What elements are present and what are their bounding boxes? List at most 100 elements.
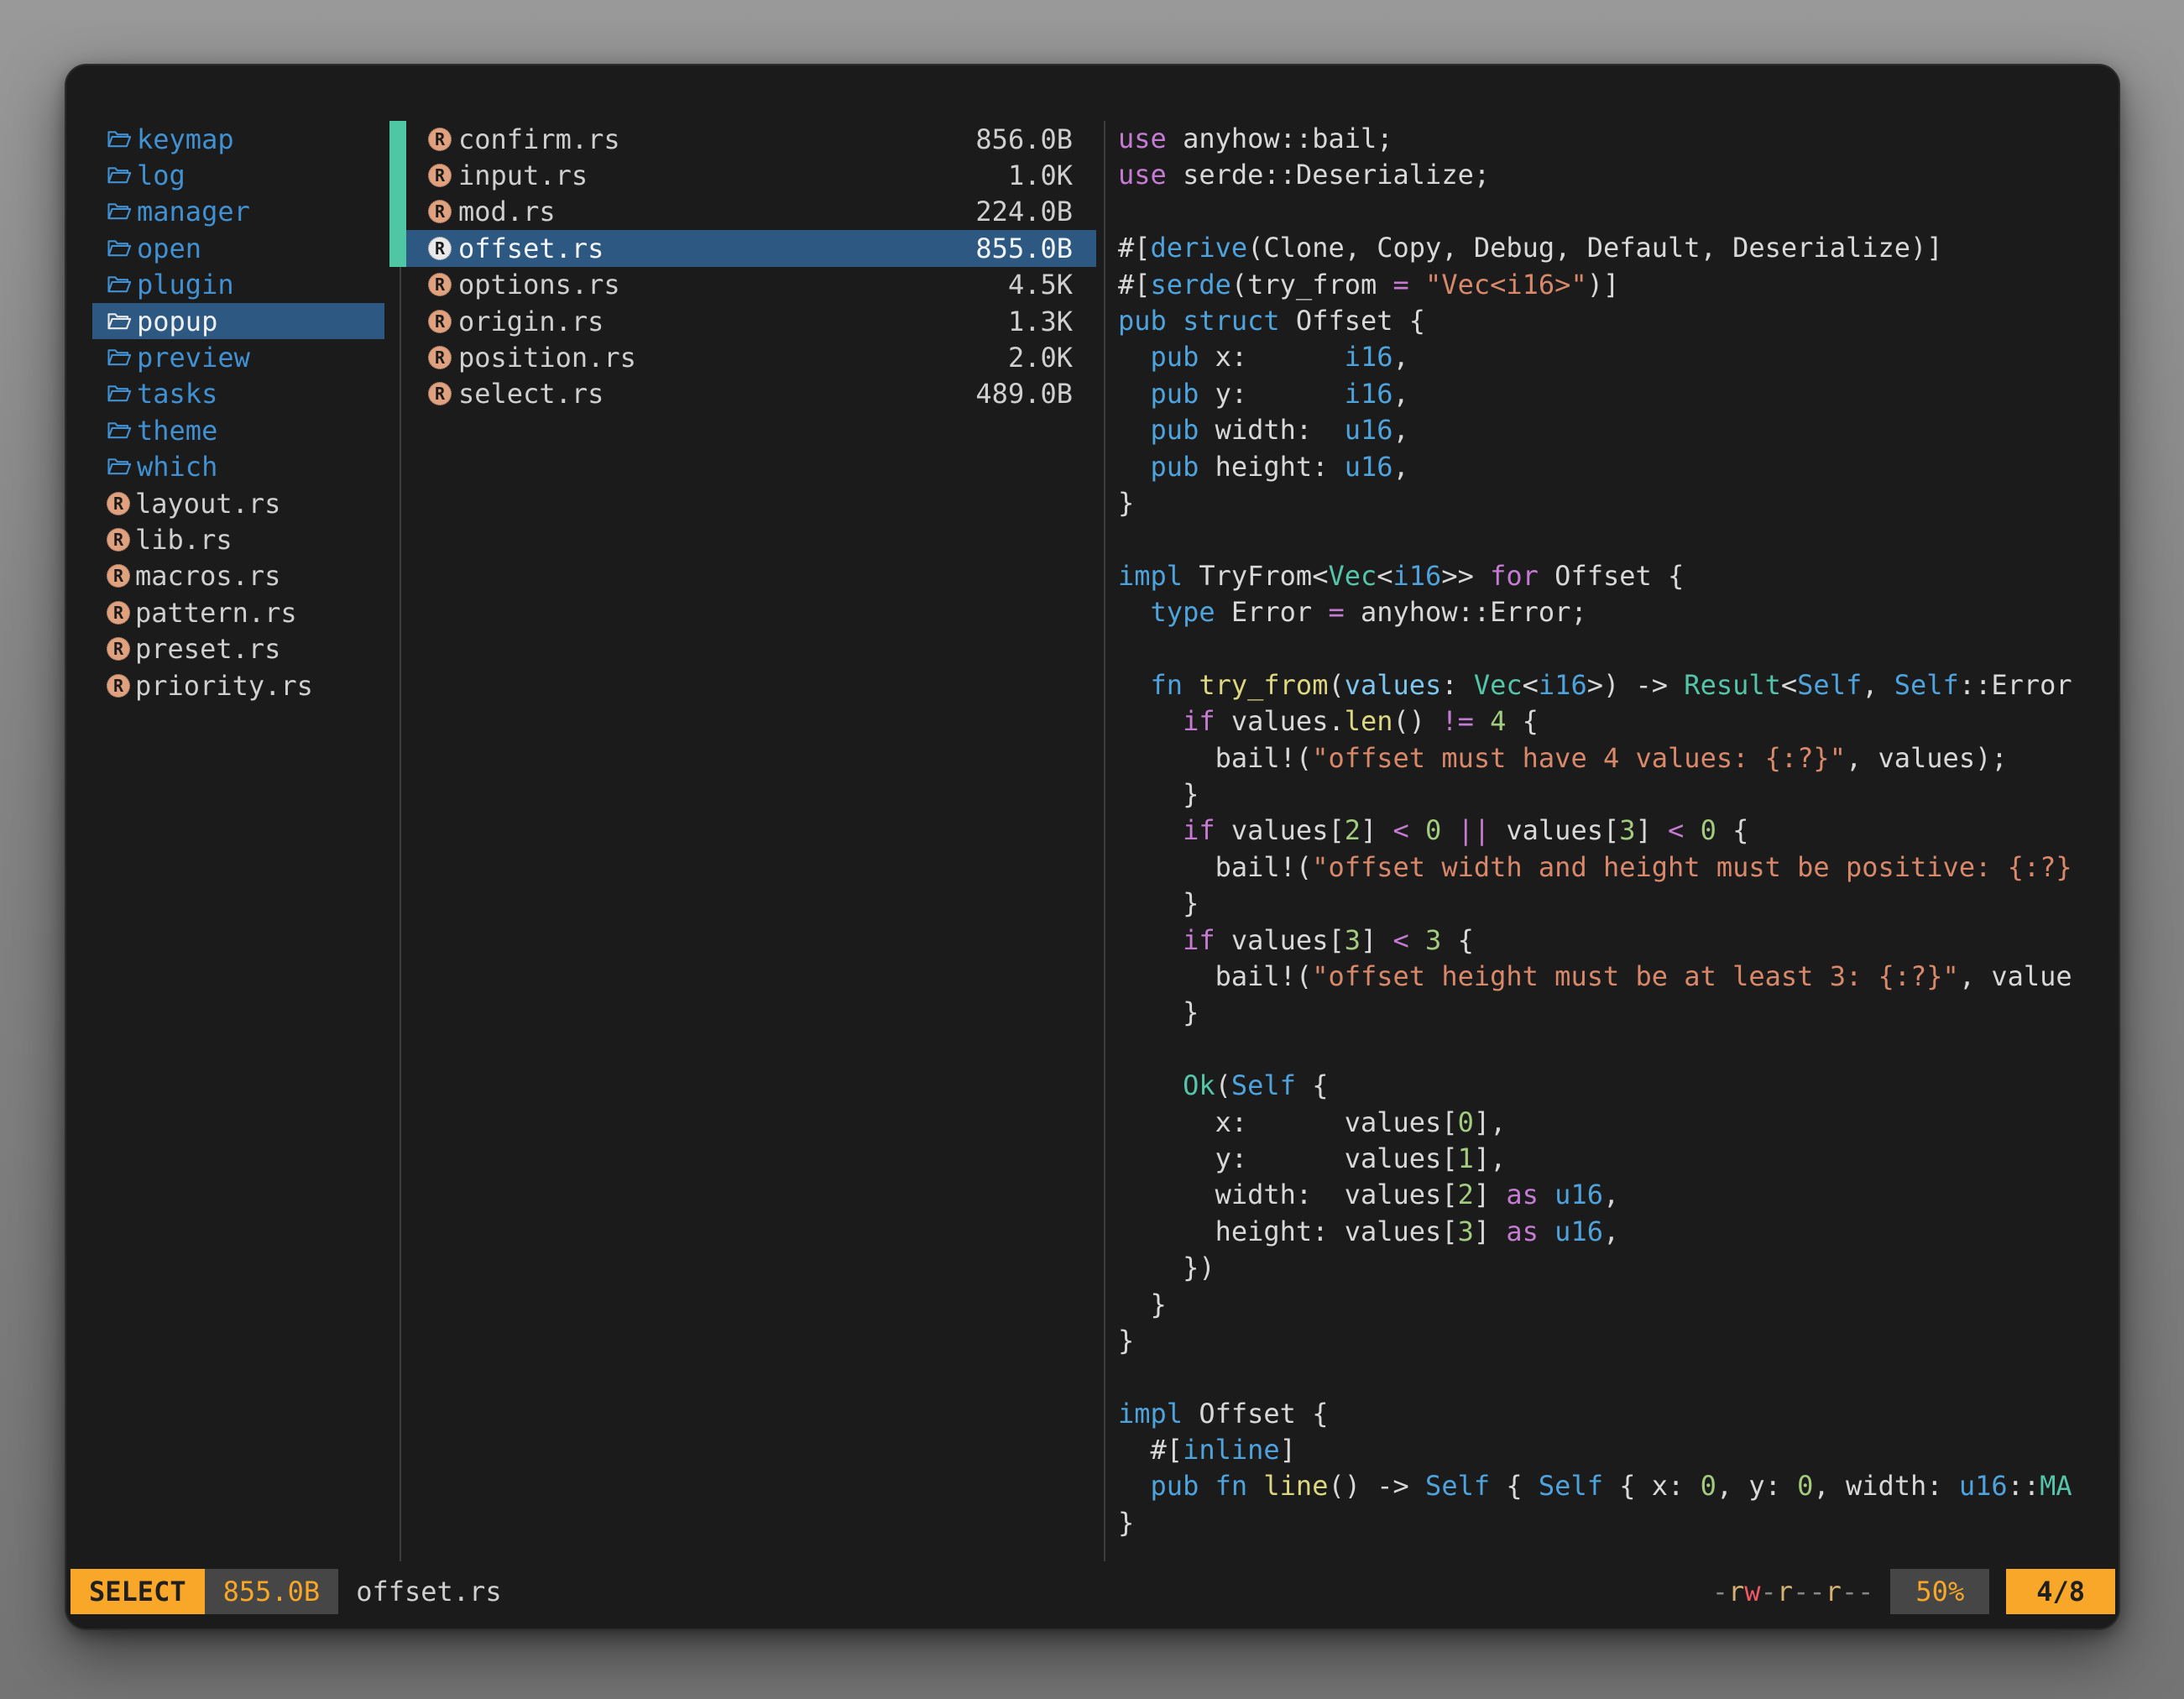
sidebar-item-label: layout.rs: [135, 488, 280, 520]
file-name: options.rs: [458, 269, 620, 301]
hovered-filename: offset.rs: [356, 1576, 501, 1608]
sidebar-item-lib-rs[interactable]: Rlib.rs: [92, 521, 384, 557]
file-row-offset-rs[interactable]: Roffset.rs855.0B: [406, 230, 1096, 266]
file-size: 224.0B: [975, 196, 1073, 227]
code-line: }: [1118, 1287, 2110, 1323]
mode-badge: SELECT: [71, 1569, 205, 1614]
current-directory-pane: Rconfirm.rs 856.0B Rinput.rs 1.0KRmod.rs224…: [406, 121, 1096, 412]
sidebar-item-priority-rs[interactable]: Rpriority.rs: [92, 667, 384, 703]
code-line: type Error = anyhow::Error;: [1118, 594, 2110, 630]
file-size: 4.5K: [1008, 269, 1073, 301]
code-line: fn try_from(values: Vec<i16>) -> Result<…: [1118, 667, 2110, 703]
file-size: 856.0B: [975, 123, 1073, 155]
sidebar-item-label: plugin: [137, 269, 234, 301]
rust-file-icon: R: [107, 674, 130, 698]
file-row-select-rs[interactable]: Rselect.rs 489.0B: [406, 376, 1096, 412]
code-line: pub y: i16,: [1118, 376, 2110, 412]
cursor-position-badge: 4/8: [2006, 1569, 2115, 1614]
code-line: impl TryFrom<Vec<i16>> for Offset {: [1118, 558, 2110, 594]
code-line: if values.len() != 4 {: [1118, 703, 2110, 740]
sidebar-item-plugin[interactable]: plugin: [92, 267, 384, 303]
sidebar-item-label: popup: [137, 306, 217, 337]
sidebar-item-layout-rs[interactable]: Rlayout.rs: [92, 485, 384, 521]
open-folder-icon: [107, 163, 132, 188]
sidebar-item-tasks[interactable]: tasks: [92, 376, 384, 412]
rust-file-icon: R: [428, 128, 452, 151]
file-name: offset.rs: [458, 233, 603, 264]
sidebar-item-macros-rs[interactable]: Rmacros.rs: [92, 558, 384, 594]
sidebar-item-keymap[interactable]: keymap: [92, 121, 384, 157]
rust-file-icon: R: [107, 492, 130, 515]
status-bar-left: SELECT 855.0B offset.rs: [71, 1569, 502, 1614]
code-line: y: values[1],: [1118, 1141, 2110, 1177]
sidebar-item-which[interactable]: which: [92, 449, 384, 485]
sidebar-item-label: priority.rs: [135, 670, 313, 702]
sidebar-item-pattern-rs[interactable]: Rpattern.rs: [92, 594, 384, 630]
terminal-window: keymaplog manager open plugin popuppreviewta…: [65, 64, 2120, 1630]
sidebar-item-manager[interactable]: manager: [92, 194, 384, 230]
sidebar-item-theme[interactable]: theme: [92, 412, 384, 448]
file-size: 1.0K: [1008, 159, 1073, 191]
sidebar-item-label: macros.rs: [135, 560, 280, 592]
file-row-mod-rs[interactable]: Rmod.rs224.0B: [406, 194, 1096, 230]
code-line: bail!("offset width and height must be p…: [1118, 850, 2110, 886]
code-line: impl Offset {: [1118, 1396, 2110, 1432]
status-bar: SELECT 855.0B offset.rs -rw-r--r-- 50% 4…: [66, 1569, 2119, 1614]
code-line: #[derive(Clone, Copy, Debug, Default, De…: [1118, 230, 2110, 266]
open-folder-icon: [107, 236, 132, 261]
sidebar-item-preset-rs[interactable]: Rpreset.rs: [92, 630, 384, 667]
selection-marker: [389, 121, 406, 157]
sidebar-item-open[interactable]: open: [92, 230, 384, 266]
code-line: [1118, 521, 2110, 557]
code-line: }: [1118, 995, 2110, 1031]
rust-file-icon: R: [107, 601, 130, 625]
file-name: confirm.rs: [458, 123, 620, 155]
code-line: pub height: u16,: [1118, 449, 2110, 485]
sidebar-item-label: lib.rs: [135, 524, 233, 556]
rust-file-icon: R: [428, 200, 452, 223]
open-folder-icon: [107, 199, 132, 224]
sidebar-item-label: manager: [137, 196, 250, 227]
scroll-percent-badge: 50%: [1890, 1569, 1989, 1614]
file-row-options-rs[interactable]: Roptions.rs4.5K: [406, 267, 1096, 303]
status-bar-right: -rw-r--r-- 50% 4/8: [1712, 1569, 2115, 1614]
code-line: [1118, 1359, 2110, 1395]
sidebar-item-label: open: [137, 233, 201, 264]
rust-file-icon: R: [428, 310, 452, 333]
file-row-confirm-rs[interactable]: Rconfirm.rs 856.0B: [406, 121, 1096, 157]
code-line: bail!("offset height must be at least 3:…: [1118, 959, 2110, 995]
code-line: }): [1118, 1250, 2110, 1286]
sidebar-item-log[interactable]: log: [92, 157, 384, 193]
file-row-input-rs[interactable]: Rinput.rs 1.0K: [406, 157, 1096, 193]
selection-marker: [389, 194, 406, 230]
rust-file-icon: R: [107, 564, 130, 588]
sidebar-item-label: tasks: [137, 378, 217, 410]
rust-file-icon: R: [107, 637, 130, 661]
pane-divider-left: [400, 121, 401, 1561]
parent-directory-pane: keymaplog manager open plugin popuppreviewta…: [92, 121, 384, 703]
sidebar-item-label: which: [137, 451, 217, 483]
file-row-position-rs[interactable]: Rposition.rs2.0K: [406, 339, 1096, 375]
file-name: position.rs: [458, 342, 636, 374]
rust-file-icon: R: [428, 164, 452, 187]
selection-marker: [389, 157, 406, 193]
file-row-origin-rs[interactable]: Rorigin.rs1.3K: [406, 303, 1096, 339]
file-name: input.rs: [458, 159, 588, 191]
rust-file-icon: R: [428, 382, 452, 405]
code-line: pub x: i16,: [1118, 339, 2110, 375]
code-line: use anyhow::bail;: [1118, 121, 2110, 157]
code-line: height: values[3] as u16,: [1118, 1214, 2110, 1250]
file-permissions: -rw-r--r--: [1712, 1576, 1874, 1608]
file-preview-pane[interactable]: use anyhow::bail;use serde::Deserialize;…: [1118, 121, 2110, 1561]
desktop-background: keymaplog manager open plugin popuppreviewta…: [0, 0, 2184, 1699]
open-folder-icon: [107, 309, 132, 334]
code-line: Ok(Self {: [1118, 1068, 2110, 1104]
sidebar-item-popup[interactable]: popup: [92, 303, 384, 339]
open-folder-icon: [107, 127, 132, 152]
code-line: if values[2] < 0 || values[3] < 0 {: [1118, 813, 2110, 849]
sidebar-item-label: log: [137, 159, 185, 191]
sidebar-item-preview[interactable]: preview: [92, 339, 384, 375]
file-size: 489.0B: [975, 378, 1073, 410]
code-line: }: [1118, 1323, 2110, 1359]
file-name: select.rs: [458, 378, 603, 410]
